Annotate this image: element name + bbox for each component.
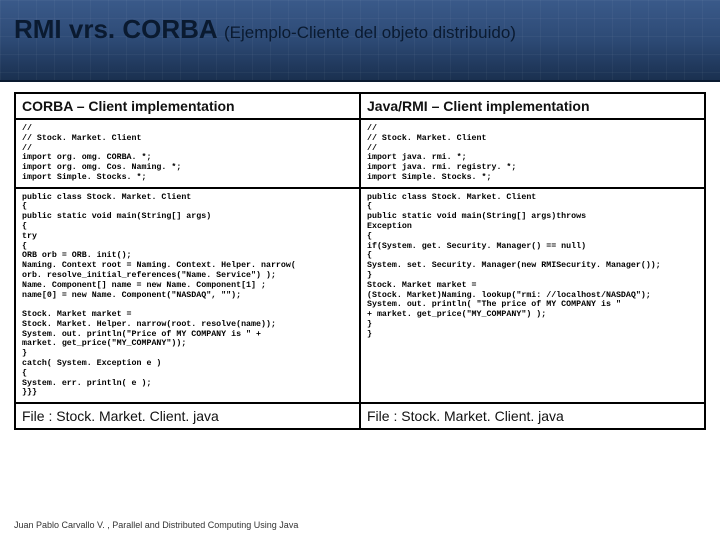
code-corba-imports: // // Stock. Market. Client // import or… xyxy=(15,119,360,188)
table-row: CORBA – Client implementation Java/RMI –… xyxy=(15,93,705,119)
comparison-table-wrap: CORBA – Client implementation Java/RMI –… xyxy=(0,82,720,430)
file-corba: File : Stock. Market. Client. java xyxy=(15,403,360,429)
title-main: RMI vrs. CORBA xyxy=(14,14,217,44)
slide-footer: Juan Pablo Carvallo V. , Parallel and Di… xyxy=(14,520,298,530)
header-rmi: Java/RMI – Client implementation xyxy=(360,93,705,119)
table-row: public class Stock. Market. Client { pub… xyxy=(15,188,705,403)
code-rmi-imports: // // Stock. Market. Client // import ja… xyxy=(360,119,705,188)
slide-title: RMI vrs. CORBA (Ejemplo-Cliente del obje… xyxy=(14,14,516,45)
table-row: // // Stock. Market. Client // import or… xyxy=(15,119,705,188)
comparison-table: CORBA – Client implementation Java/RMI –… xyxy=(14,92,706,430)
code-corba-main: public class Stock. Market. Client { pub… xyxy=(15,188,360,403)
table-row: File : Stock. Market. Client. java File … xyxy=(15,403,705,429)
code-rmi-main: public class Stock. Market. Client { pub… xyxy=(360,188,705,403)
slide-header: RMI vrs. CORBA (Ejemplo-Cliente del obje… xyxy=(0,0,720,82)
file-rmi: File : Stock. Market. Client. java xyxy=(360,403,705,429)
header-corba: CORBA – Client implementation xyxy=(15,93,360,119)
title-subtitle: (Ejemplo-Cliente del objeto distribuido) xyxy=(224,23,516,42)
